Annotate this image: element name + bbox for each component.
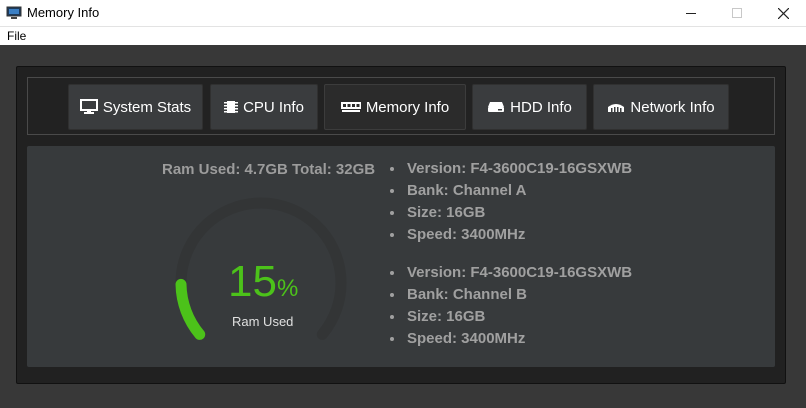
nav-system-stats-button[interactable]: System Stats	[68, 84, 203, 130]
nav-hdd-info-button[interactable]: HDD Info	[472, 84, 587, 130]
module-speed: Speed: 3400MHz	[386, 224, 632, 246]
ram-percent-symbol: %	[276, 275, 299, 302]
nav-memory-info-label: Memory Info	[365, 98, 450, 116]
module-version: Version: F4-3600C19-16GSXWB	[386, 262, 632, 284]
maximize-button[interactable]	[714, 0, 760, 26]
nav-hdd-info-label: HDD Info	[510, 98, 572, 116]
module-version: Version: F4-3600C19-16GSXWB	[386, 158, 632, 180]
nav-network-info-button[interactable]: Network Info	[593, 84, 729, 130]
close-button[interactable]	[760, 0, 806, 26]
module-bank: Bank: Channel A	[386, 180, 632, 202]
memory-icon	[340, 102, 361, 112]
maximize-icon	[732, 8, 742, 18]
network-icon	[608, 104, 625, 112]
monitor-icon	[79, 99, 98, 114]
ram-percent-value: 15	[228, 257, 277, 306]
menu-bar: File	[0, 27, 806, 45]
hdd-icon	[488, 102, 505, 112]
gauge-label: Ram Used	[232, 314, 294, 329]
gauge-fill	[175, 278, 206, 340]
close-icon	[777, 7, 789, 19]
nav-memory-info-button[interactable]: Memory Info	[324, 84, 466, 130]
module-size: Size: 16GB	[386, 306, 632, 328]
minimize-button[interactable]	[668, 0, 714, 26]
module-speed: Speed: 3400MHz	[386, 328, 632, 350]
title-bar: Memory Info	[0, 0, 806, 27]
minimize-icon	[686, 13, 696, 14]
app-icon	[6, 6, 22, 19]
ram-summary: Ram Used: 4.7GB Total: 32GB	[162, 161, 376, 178]
memory-module-1: Version: F4-3600C19-16GSXWB Bank: Channe…	[386, 158, 632, 246]
window-title: Memory Info	[27, 5, 100, 20]
cpu-icon	[224, 101, 239, 113]
module-bank: Bank: Channel B	[386, 284, 632, 306]
module-size: Size: 16GB	[386, 202, 632, 224]
nav-cpu-info-button[interactable]: CPU Info	[210, 84, 318, 130]
memory-module-2: Version: F4-3600C19-16GSXWB Bank: Channe…	[386, 262, 632, 350]
nav-network-info-label: Network Info	[630, 98, 715, 116]
nav-cpu-info-label: CPU Info	[243, 98, 304, 116]
menu-file[interactable]: File	[7, 29, 26, 43]
ram-percent: 15%	[228, 257, 298, 307]
nav-system-stats-label: System Stats	[102, 98, 192, 116]
